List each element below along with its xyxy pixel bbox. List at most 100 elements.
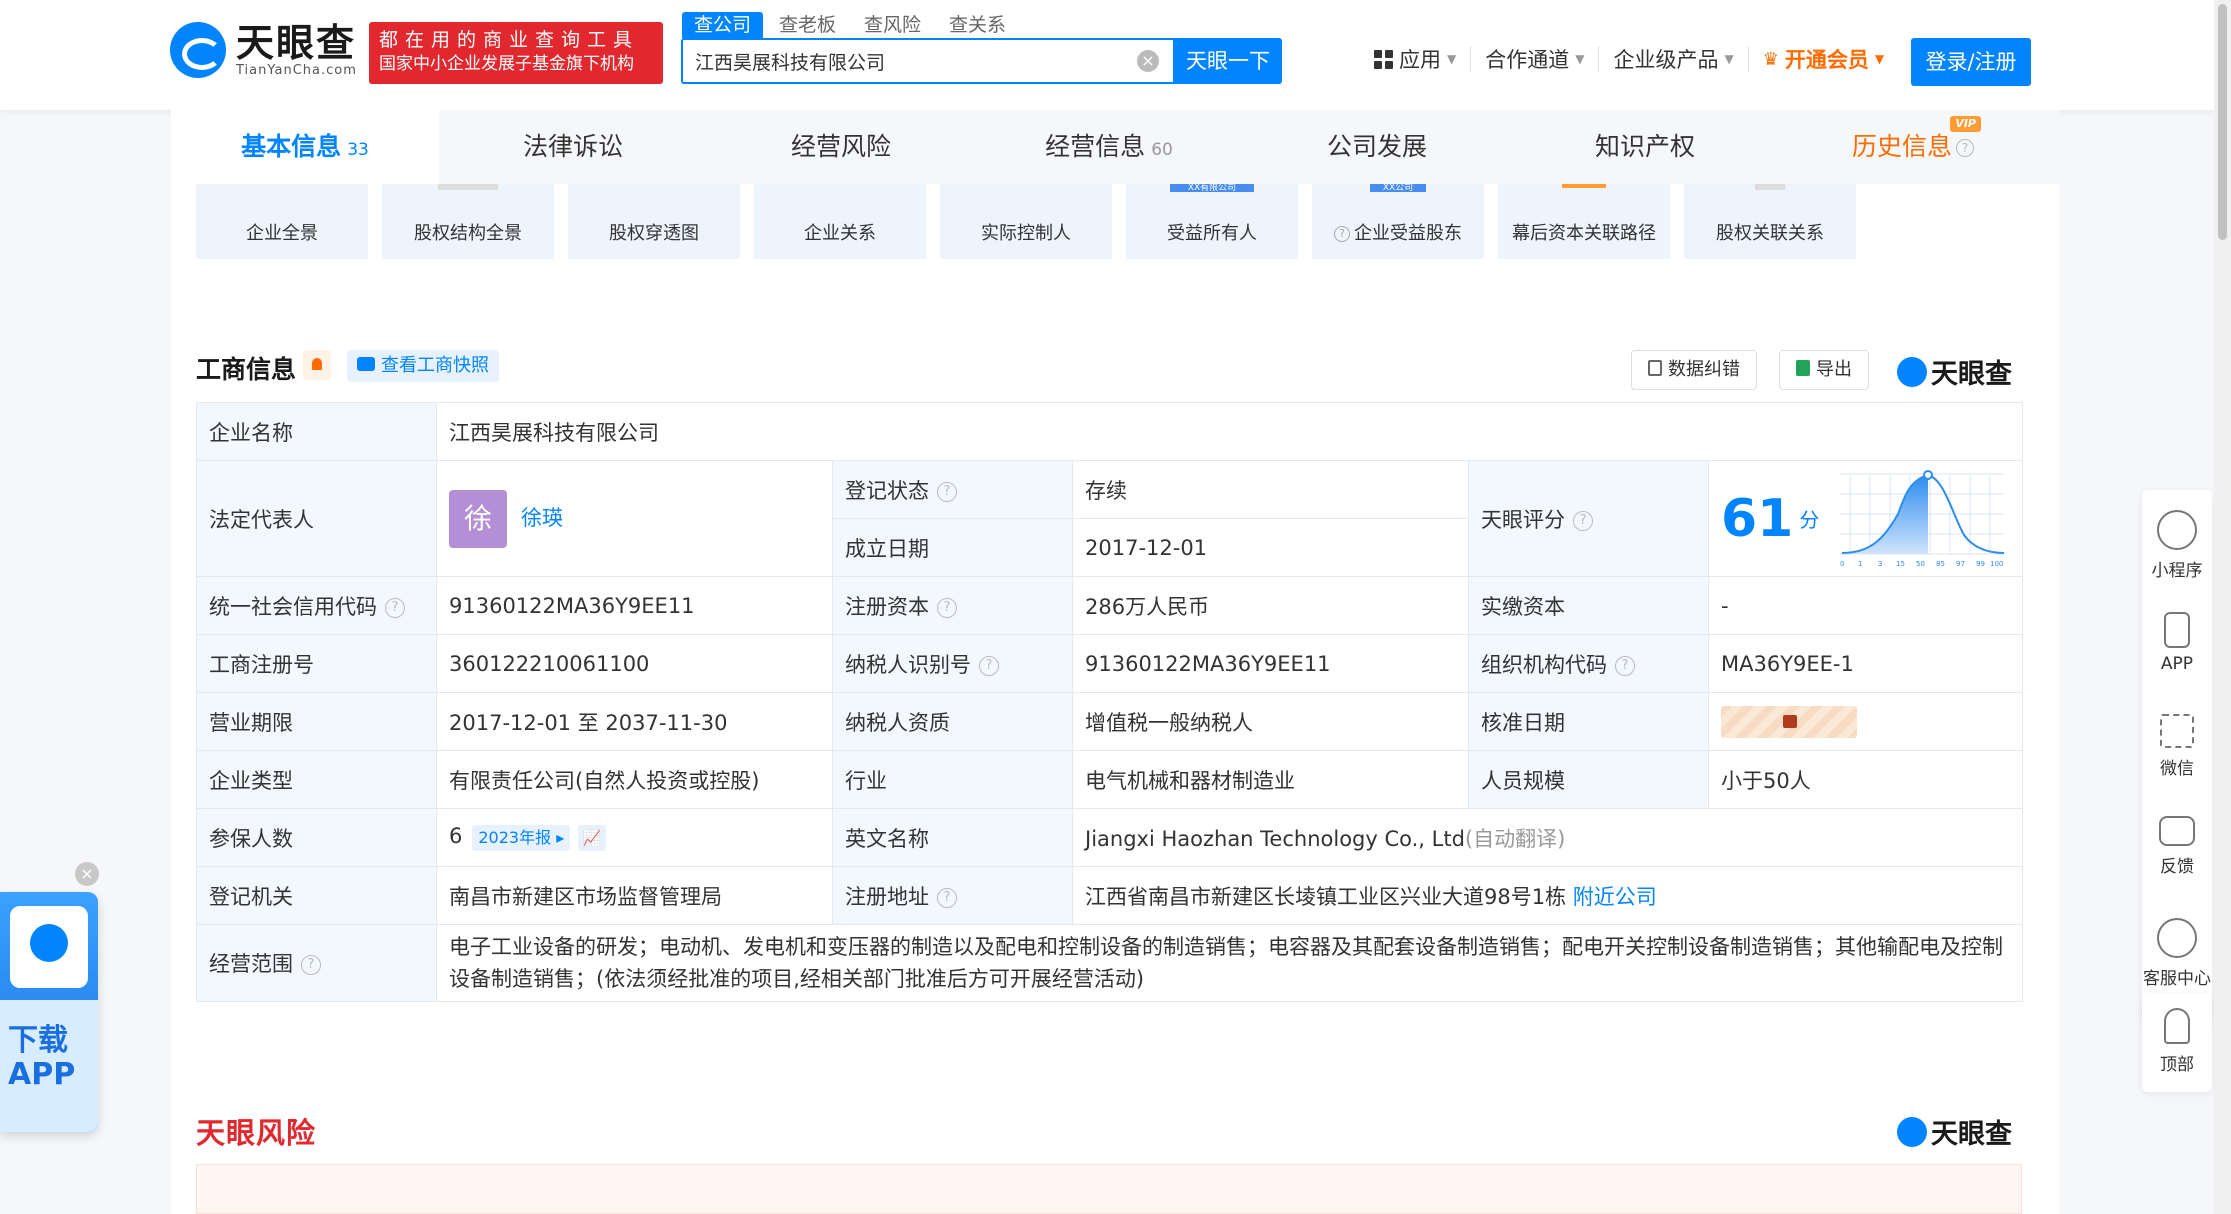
tab-basic-info[interactable]: 基本信息 33 <box>171 110 439 184</box>
snapshot-button[interactable]: 查看工商快照 <box>347 350 499 382</box>
taxpayer-id-value: 91360122MA36Y9EE11 <box>1072 634 1469 693</box>
nav-apps[interactable]: 应用 ▼ <box>1360 46 1472 72</box>
reg-capital-label: 注册资本? <box>832 576 1073 635</box>
address-label: 注册地址? <box>832 866 1073 925</box>
download-app-widget[interactable]: 下载 APP <box>0 892 98 1132</box>
help-icon[interactable]: ? <box>301 955 321 975</box>
login-button[interactable]: 登录/注册 <box>1911 38 2031 86</box>
mini-program-icon <box>2157 510 2197 550</box>
legal-rep-cell: 徐徐瑛 <box>436 460 833 577</box>
score-label-text: 天眼评分 <box>1481 507 1565 532</box>
qrcode-icon <box>2160 714 2194 748</box>
nav-partner[interactable]: 合作通道 ▼ <box>1471 46 1600 72</box>
sidebar-mini-program[interactable]: 小程序 <box>2142 510 2212 604</box>
search-button[interactable]: 天眼一下 <box>1174 38 1282 84</box>
graph-preview <box>438 184 498 190</box>
search-tab-risk[interactable]: 查风险 <box>852 12 933 38</box>
locked-value-lock-icon[interactable] <box>1721 705 1857 738</box>
search-tabs: 查公司 查老板 查风险 查关系 <box>682 12 1022 38</box>
scope-label-text: 经营范围 <box>209 952 293 976</box>
score-distribution-chart: 0 1 3 15 50 85 97 99 100 <box>1840 469 2005 568</box>
en-name-note: (自动翻译) <box>1464 826 1566 851</box>
search-input[interactable] <box>683 40 1123 82</box>
graph-card-overview[interactable]: 企业全景 <box>196 184 368 259</box>
tab-business-info[interactable]: 经营信息 60 <box>975 110 1243 184</box>
search-tab-boss[interactable]: 查老板 <box>767 12 848 38</box>
tab-operation-risk[interactable]: 经营风险 <box>707 110 975 184</box>
export-button[interactable]: 导出 <box>1779 350 1869 390</box>
tab-development[interactable]: 公司发展 <box>1243 110 1511 184</box>
graph-card-beneficial-shareholder[interactable]: XX公司? 企业受益股东 <box>1312 184 1484 259</box>
help-icon[interactable]: ? <box>1615 655 1635 676</box>
score-axis-tick: 1 <box>1858 560 1862 568</box>
caret-down-icon: ▼ <box>1874 52 1885 66</box>
sidebar-label: 微信 <box>2160 759 2194 779</box>
help-icon[interactable]: ? <box>937 887 957 908</box>
sidebar-feedback[interactable]: 反馈 <box>2142 816 2212 910</box>
help-icon[interactable]: ? <box>937 481 957 502</box>
tab-label: 经营信息 <box>1045 132 1146 161</box>
graph-card-equity-penetration[interactable]: 股权穿透图 <box>568 184 740 259</box>
graph-card-relations[interactable]: 企业关系 <box>754 184 926 259</box>
main-card: 基本信息 33 法律诉讼 经营风险 经营信息 60 公司发展 知识产权 历史信息? … <box>171 110 2059 1214</box>
address-label-text: 注册地址 <box>845 884 929 909</box>
annual-report-tag[interactable]: 2023年报 ▸ <box>472 825 571 851</box>
bell-icon[interactable] <box>303 350 331 380</box>
help-icon[interactable]: ? <box>979 655 999 676</box>
back-to-top-button[interactable]: 顶部 <box>2142 994 2212 1092</box>
risk-panel <box>196 1164 2022 1214</box>
table-row: 企业名称 江西昊展科技有限公司 <box>196 402 2023 461</box>
nav-enterprise[interactable]: 企业级产品 ▼ <box>1599 46 1749 72</box>
tab-ip[interactable]: 知识产权 <box>1511 110 1779 184</box>
en-name-cell: Jiangxi Haozhan Technology Co., Ltd(自动翻译… <box>1072 808 2023 867</box>
graph-preview <box>1755 184 1785 190</box>
nav-vip[interactable]: ♛ 开通会员 ▼ <box>1749 46 1898 72</box>
chat-bubble-icon <box>2159 816 2195 846</box>
graph-card-capital-path[interactable]: 幕后资本关联路径 <box>1498 184 1670 259</box>
close-download-icon[interactable]: × <box>75 862 99 886</box>
nav-partner-label: 合作通道 <box>1485 48 1570 72</box>
type-label: 企业类型 <box>196 750 437 809</box>
graph-card-label: 企业关系 <box>804 223 876 244</box>
caret-down-icon: ▼ <box>1724 52 1734 66</box>
score-axis-tick: 50 <box>1916 560 1925 568</box>
score-cell[interactable]: 61 分 0 1 3 15 50 85 97 99 100 <box>1708 460 2023 577</box>
vip-badge: VIP <box>1950 116 1981 132</box>
clear-search-icon[interactable]: × <box>1137 50 1159 72</box>
nearby-companies-link[interactable]: 附近公司 <box>1573 885 1657 909</box>
avatar[interactable]: 徐 <box>449 489 507 548</box>
search-tab-relation[interactable]: 查关系 <box>937 12 1018 38</box>
nav-apps-label: 应用 <box>1399 48 1441 72</box>
sidebar-wechat[interactable]: 微信 <box>2142 714 2212 808</box>
graph-card-beneficiary[interactable]: XX有限公司 受益所有人 <box>1126 184 1298 259</box>
score-value: 61 <box>1721 488 1794 549</box>
scrollbar-thumb[interactable] <box>2218 4 2227 240</box>
correct-data-button[interactable]: 数据纠错 <box>1631 350 1757 390</box>
brand-watermark: 天眼查 <box>1897 1112 2012 1151</box>
score-label: 天眼评分? <box>1468 460 1709 577</box>
phone-icon <box>2164 612 2190 648</box>
graph-card-controller[interactable]: 实际控制人 <box>940 184 1112 259</box>
tab-legal[interactable]: 法律诉讼 <box>439 110 707 184</box>
search-tab-company[interactable]: 查公司 <box>682 12 764 38</box>
rocket-icon <box>2164 1008 2190 1044</box>
taxpayer-id-label: 纳税人识别号? <box>832 634 1073 693</box>
tab-label: 基本信息 <box>241 132 342 161</box>
help-icon[interactable]: ? <box>1573 510 1593 531</box>
export-label: 导出 <box>1816 359 1852 380</box>
graph-preview <box>1562 184 1606 188</box>
trend-chart-icon[interactable]: 📈 <box>578 825 607 851</box>
tab-history[interactable]: 历史信息? VIP <box>1779 110 2047 184</box>
type-value: 有限责任公司(自然人投资或控股) <box>436 750 833 809</box>
annual-report-label: 2023年报 <box>478 828 552 847</box>
graph-card-label: 企业全景 <box>246 223 318 244</box>
help-icon[interactable]: ? <box>385 597 405 618</box>
graph-card-equity-structure[interactable]: 股权结构全景 <box>382 184 554 259</box>
tianyancha-logo[interactable]: 天眼查 TianYanCha.com <box>170 22 357 78</box>
graph-card-equity-relation[interactable]: 股权关联关系 <box>1684 184 1856 259</box>
help-icon[interactable]: ? <box>937 597 957 618</box>
sidebar-app[interactable]: APP <box>2142 612 2212 706</box>
credit-code-label: 统一社会信用代码? <box>196 576 437 635</box>
paid-capital-value: - <box>1708 576 2023 635</box>
legal-rep-link[interactable]: 徐瑛 <box>521 506 563 530</box>
